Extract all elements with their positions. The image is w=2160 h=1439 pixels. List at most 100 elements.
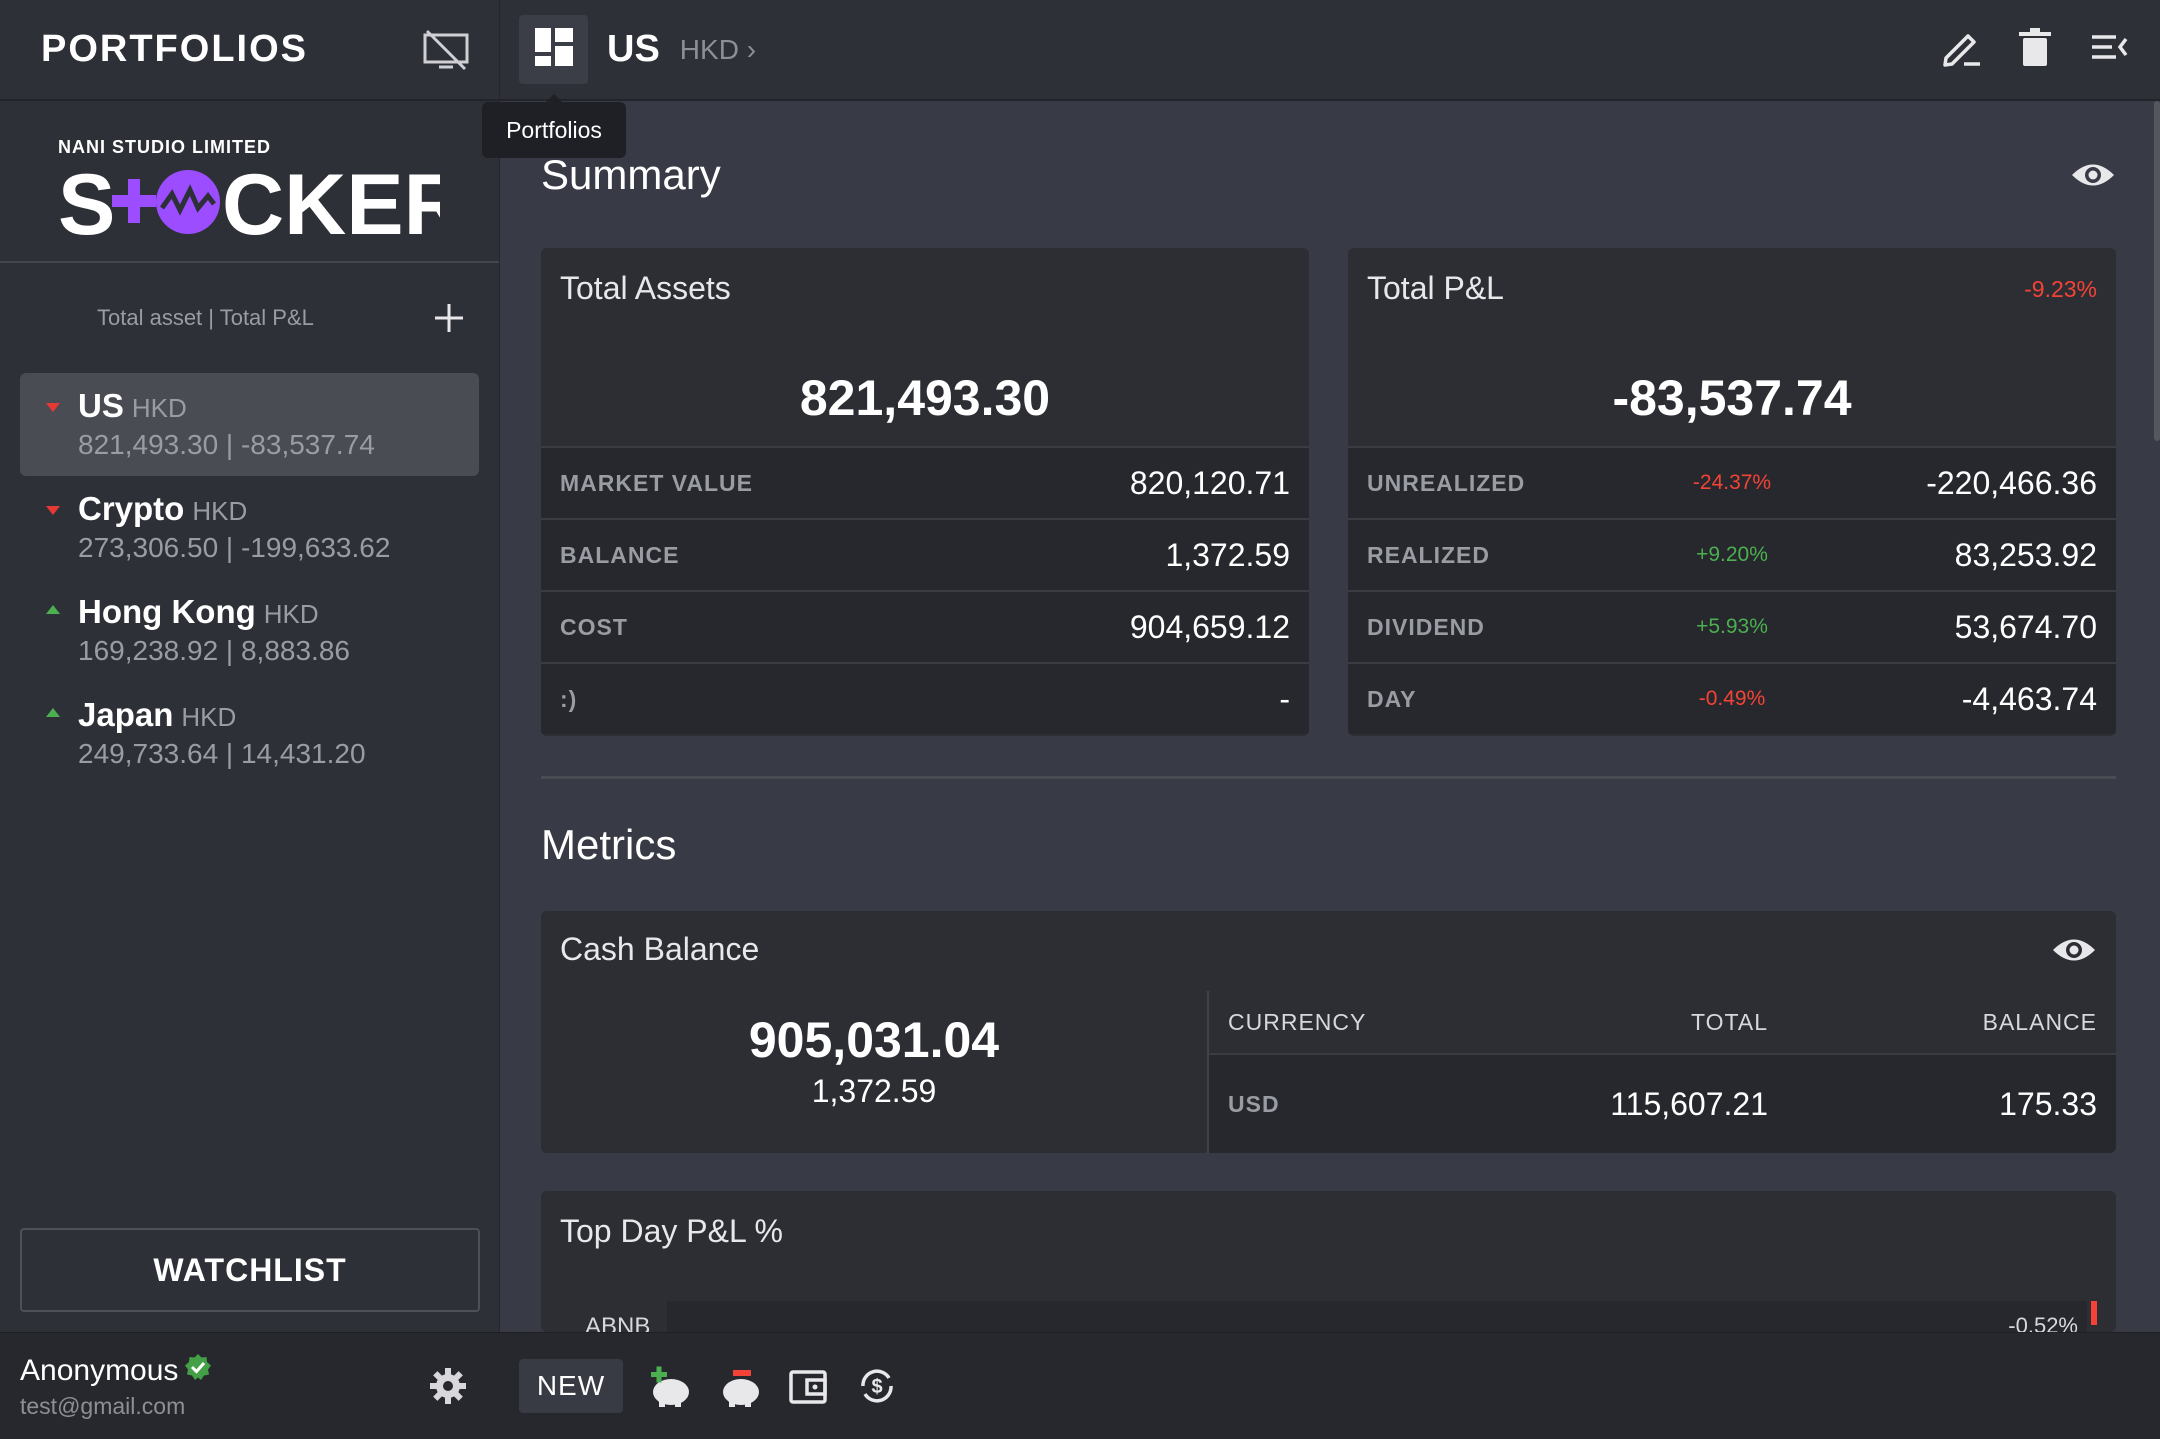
portfolio-name: Crypto (78, 490, 185, 527)
portfolio-name: Hong Kong (78, 593, 256, 630)
row-pct: -24.37% (1692, 471, 1772, 494)
portfolio-values: 273,306.50 | -199,633.62 (78, 532, 391, 563)
kv-row: COST 904,659.12 (541, 590, 1309, 662)
current-portfolio-currency[interactable]: HKD › (680, 34, 756, 66)
row-label: :) (560, 685, 578, 712)
screen-off-icon[interactable] (421, 29, 471, 71)
scrollbar[interactable] (2154, 101, 2160, 441)
sidebar: PORTFOLIOS NANI STUDIO LIMITED S CKER To… (0, 0, 500, 1439)
portfolio-name: US (78, 387, 124, 424)
brand-area: NANI STUDIO LIMITED S CKER (0, 101, 499, 263)
trend-up-icon (46, 605, 60, 614)
portfolio-currency: HKD (263, 599, 319, 629)
sidebar-header: PORTFOLIOS (0, 0, 499, 101)
dashboard-icon (534, 28, 573, 71)
section-divider (541, 776, 2116, 779)
piggy-add-icon[interactable] (647, 1364, 693, 1408)
bar-track (667, 1301, 2087, 1332)
row-label: UNREALIZED (1367, 469, 1526, 496)
cash-balance-value: 1,372.59 (811, 1073, 937, 1109)
portfolio-item-crypto[interactable]: Crypto HKD 273,306.50 | -199,633.62 (20, 476, 479, 579)
summary-label: Total asset | Total P&L (97, 305, 314, 330)
top-day-title: Top Day P&L % (560, 1213, 783, 1249)
svg-text:CKER: CKER (222, 164, 440, 244)
table-row[interactable]: USD 115,607.21 175.33 (1209, 1053, 2116, 1153)
kv-row: REALIZED +9.20% 83,253.92 (1348, 518, 2116, 590)
top-day-pl-card: Top Day P&L % ABNB -0.52% (541, 1191, 2116, 1332)
gear-icon[interactable] (428, 1366, 468, 1406)
user-info: Anonymous test@gmail.com (20, 1353, 212, 1420)
row-label: DAY (1367, 685, 1417, 712)
row-label: COST (560, 613, 628, 640)
portfolio-summary-header: Total asset | Total P&L (0, 263, 499, 373)
balance-cell: 175.33 (1999, 1085, 2097, 1122)
row-pct: -0.49% (1698, 687, 1766, 710)
metrics-title: Metrics (541, 821, 677, 868)
kv-row: :) - (541, 662, 1309, 734)
row-label: DIVIDEND (1367, 613, 1485, 640)
total-pl-value: -83,537.74 (1612, 370, 1852, 426)
total-assets-title: Total Assets (560, 270, 731, 306)
kv-row: DIVIDEND +5.93% 53,674.70 (1348, 590, 2116, 662)
total-assets-card: Total Assets 821,493.30 MARKET VALUE 820,… (541, 248, 1309, 736)
bottom-bar: NEW $ (500, 1332, 2160, 1439)
total-pl-pct: -9.23% (2024, 276, 2097, 302)
row-value: -4,463.74 (1961, 680, 2097, 717)
watchlist-button[interactable]: WATCHLIST (20, 1228, 480, 1312)
total-pl-title: Total P&L (1367, 270, 1504, 306)
row-pct: +5.93% (1696, 615, 1768, 638)
cash-total-value: 905,031.04 (748, 1012, 1000, 1068)
piggy-remove-icon[interactable] (717, 1364, 763, 1408)
svg-text:S: S (58, 164, 115, 244)
portfolio-currency: HKD (131, 393, 187, 423)
portfolio-list: US HKD 821,493.30 | -83,537.74 Crypto HKD … (0, 373, 499, 785)
topbar: US HKD › (500, 0, 2160, 101)
total-assets-value: 821,493.30 (799, 370, 1051, 426)
col-header: CURRENCY (1228, 1008, 1367, 1035)
summary-header: Summary (541, 151, 2116, 199)
row-label: BALANCE (560, 541, 680, 568)
current-portfolio-name: US (607, 28, 660, 70)
summary-title: Summary (541, 151, 721, 198)
row-value: -220,466.36 (1926, 464, 2097, 501)
menu-collapse-icon[interactable] (2088, 26, 2130, 68)
trend-down-icon (46, 403, 60, 412)
portfolio-values: 821,493.30 | -83,537.74 (78, 429, 375, 460)
company-name: NANI STUDIO LIMITED (58, 137, 271, 157)
kv-row: MARKET VALUE 820,120.71 (541, 446, 1309, 518)
new-button[interactable]: NEW (519, 1359, 623, 1413)
row-pct: +9.20% (1696, 543, 1768, 566)
stocker-logo: S CKER (58, 164, 499, 244)
row-value: 53,674.70 (1954, 608, 2097, 645)
trash-icon[interactable] (2014, 26, 2056, 68)
wallet-icon[interactable] (787, 1364, 831, 1408)
eye-icon[interactable] (2051, 935, 2097, 965)
portfolio-item-us[interactable]: US HKD 821,493.30 | -83,537.74 (20, 373, 479, 476)
portfolio-item-japan[interactable]: Japan HKD 249,733.64 | 14,431.20 (20, 682, 479, 785)
verified-icon (184, 1353, 212, 1389)
trend-down-icon (46, 506, 60, 515)
cash-balance-card: Cash Balance 905,031.04 1,372.59 CURRENC… (541, 911, 2116, 1153)
total-pl-card: Total P&L -9.23% -83,537.74 UNREALIZED -2… (1348, 248, 2116, 736)
row-label: REALIZED (1367, 541, 1490, 568)
col-header: TOTAL (1691, 1008, 1768, 1035)
topbar-actions (1940, 26, 2130, 68)
col-header: BALANCE (1982, 1008, 2097, 1035)
user-bar: Anonymous test@gmail.com (0, 1332, 500, 1439)
row-value: 1,372.59 (1165, 536, 1290, 573)
add-portfolio-icon[interactable] (433, 302, 465, 334)
currency-exchange-icon[interactable]: $ (855, 1364, 899, 1408)
portfolio-item-hong-kong[interactable]: Hong Kong HKD 169,238.92 | 8,883.86 (20, 579, 479, 682)
eye-icon[interactable] (2070, 160, 2116, 190)
bar-label: ABNB (585, 1313, 651, 1332)
row-value: 904,659.12 (1129, 608, 1290, 645)
total-cell: 115,607.21 (1610, 1085, 1768, 1122)
edit-icon[interactable] (1940, 26, 1982, 68)
portfolio-currency: HKD (181, 702, 237, 732)
user-name: Anonymous (20, 1353, 179, 1387)
row-value: - (1279, 680, 1290, 717)
portfolios-switch-button[interactable] (519, 15, 588, 84)
user-email: test@gmail.com (20, 1392, 186, 1419)
svg-text:$: $ (871, 1376, 882, 1398)
portfolios-tooltip: Portfolios (482, 94, 626, 158)
